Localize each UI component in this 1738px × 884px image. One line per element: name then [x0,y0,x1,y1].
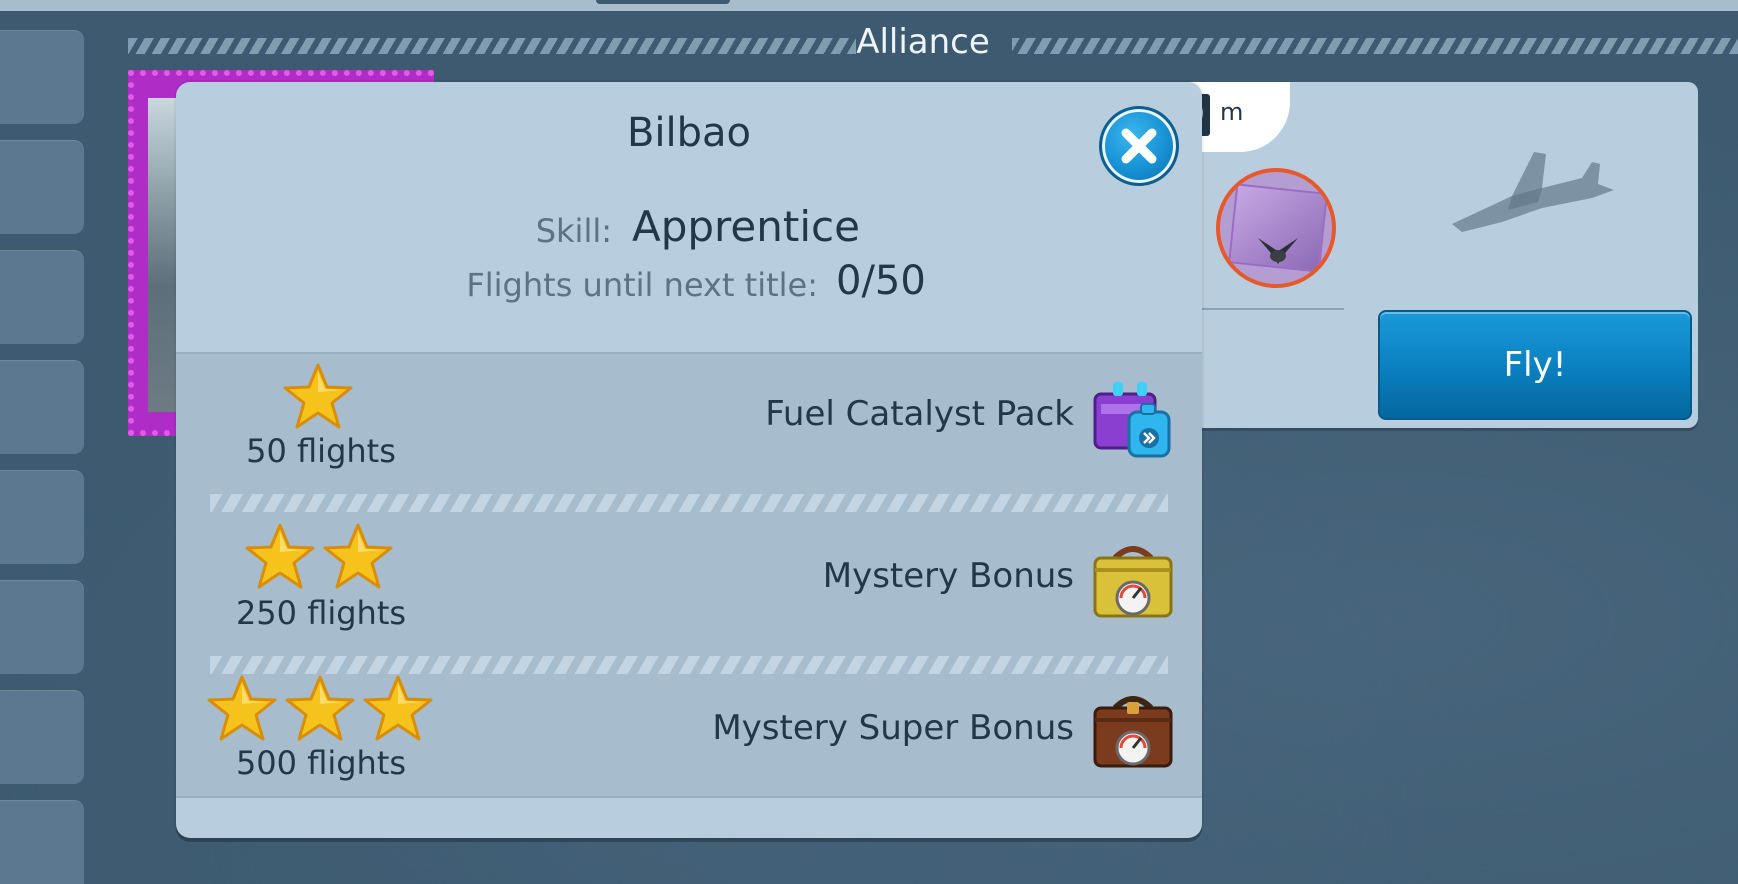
alliance-title: Alliance [856,22,990,62]
modal-title: Bilbao [626,110,752,156]
rail-button-3[interactable] [0,250,84,344]
top-tab[interactable] [596,0,730,4]
skill-value: Apprentice [632,202,860,251]
gold-toolbox-icon [1093,546,1173,618]
flights-label: Flights until next title: [466,266,818,304]
reward-name: Mystery Super Bonus [712,708,1074,748]
rail-button-4[interactable] [0,360,84,454]
top-bar [0,0,1738,11]
header-hatch-right [1012,38,1738,54]
reward-row: 500 flights Mystery Super Bonus [176,674,1202,800]
city-skill-modal: Bilbao Skill: Apprentice Flights until n… [176,82,1202,838]
rewards-list: 50 flights Fuel Catalyst Pack 250 flight… [176,352,1202,798]
stars-1 [282,362,354,430]
alliance-header: Alliance [128,24,1738,60]
close-button[interactable] [1099,106,1179,186]
requirement-label: 50 flights [246,432,396,470]
star-icon [206,674,278,742]
row-divider [210,656,1168,674]
rail-button-5[interactable] [0,470,84,564]
rail-button-8[interactable] [0,800,84,884]
jet-plane-icon [1452,152,1614,232]
brown-toolbox-icon [1093,696,1173,768]
rail-button-2[interactable] [0,140,84,234]
rail-button-1[interactable] [0,30,84,124]
row-divider [210,494,1168,512]
wings-icon [1258,238,1298,264]
rail-button-6[interactable] [0,580,84,674]
flights-value: 0/50 [836,258,926,304]
fly-button[interactable]: Fly! [1378,310,1692,420]
flights-row: Flights until next title: 0/50 [176,258,1202,308]
star-icon [244,522,316,590]
star-icon [284,674,356,742]
route-card: 0 m Fly! [1140,82,1698,428]
reward-row: 50 flights Fuel Catalyst Pack [176,354,1202,490]
skill-row: Skill: Apprentice [176,202,1202,252]
rail-button-7[interactable] [0,690,84,784]
stars-3 [206,674,434,742]
header-hatch-left [128,38,856,54]
stars-2 [244,522,394,590]
fuel-catalyst-pack-icon [1093,382,1171,458]
skill-label: Skill: [535,212,612,250]
close-icon [1121,128,1157,164]
requirement-label: 500 flights [235,744,407,782]
reward-name: Mystery Bonus [822,556,1074,596]
reward-name: Fuel Catalyst Pack [765,394,1074,434]
star-icon [322,522,394,590]
requirement-label: 250 flights [235,594,407,632]
star-icon [282,362,354,430]
star-icon [362,674,434,742]
alliance-badge-icon[interactable] [1216,168,1336,288]
reward-row: 250 flights Mystery Bonus [176,516,1202,652]
timer-unit: m [1220,98,1244,126]
